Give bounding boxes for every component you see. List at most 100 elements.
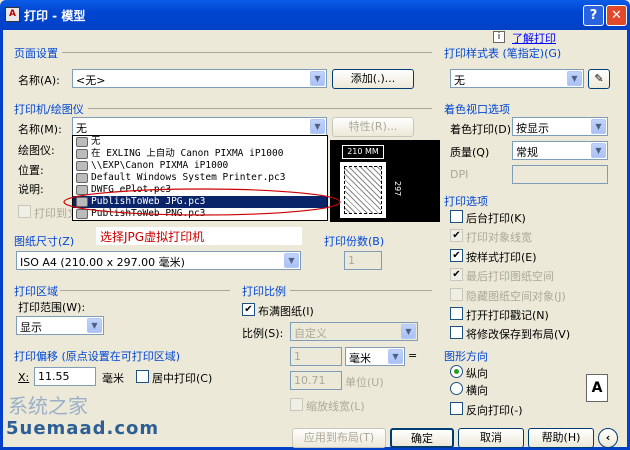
plot-paperspace-last-checkbox[interactable]: ✔ <box>450 268 463 281</box>
option-label-4: 隐藏图纸空间对象(J) <box>466 290 566 303</box>
dpi-input[interactable] <box>512 165 608 184</box>
dropdown-item[interactable]: 无 <box>73 136 327 148</box>
option-label-0: 后台打印(K) <box>466 212 526 225</box>
shaded-viewport-heading: 着色视口选项 <box>444 103 510 116</box>
page-setup-heading: 页面设置 <box>14 47 58 60</box>
offset-x-label: X: <box>18 371 30 384</box>
center-print-checkbox[interactable] <box>136 370 149 383</box>
paper-size-heading: 图纸尺寸(Z) <box>14 235 75 248</box>
plot-style-select[interactable]: 无 ▼ <box>450 69 584 88</box>
collapse-options-button[interactable]: ‹ <box>598 428 618 448</box>
printer-icon <box>76 137 88 147</box>
scale-unit-label: 单位(U) <box>345 376 384 389</box>
plot-scale-heading: 打印比例 <box>242 285 286 298</box>
option-label-5: 打开打印戳记(N) <box>466 309 549 322</box>
scale-lineweight-label: 缩放线宽(L) <box>306 400 365 413</box>
scale-unit-select[interactable]: 毫米 ▼ <box>345 347 405 366</box>
shade-plot-label: 着色打印(D) <box>450 123 512 136</box>
add-page-setup-button[interactable]: 添加(.)... <box>332 69 414 89</box>
annotation-ellipse <box>63 188 341 216</box>
dropdown-item[interactable]: \\EXP\Canon PIXMA iP1000 <box>73 160 327 172</box>
chevron-left-icon: ‹ <box>605 431 611 444</box>
print-to-file-checkbox[interactable] <box>18 205 31 218</box>
dropdown-item[interactable]: Default Windows System Printer.pc3 <box>73 172 327 184</box>
apply-to-layout-button[interactable]: 应用到布局(T) <box>292 428 386 448</box>
print-area-heading: 打印区域 <box>14 285 58 298</box>
help-title-button[interactable]: ? <box>583 5 604 26</box>
plot-style-heading: 打印样式表 (笔指定)(G) <box>444 47 562 60</box>
fit-to-paper-checkbox[interactable]: ✔ <box>242 303 255 316</box>
portrait-radio[interactable] <box>450 365 463 378</box>
edit-plot-style-button[interactable]: ✎ <box>588 69 610 89</box>
ok-button[interactable]: 确定 <box>390 428 454 448</box>
chevron-down-icon: ▼ <box>310 119 325 134</box>
window-title: 打印 - 模型 <box>24 9 86 23</box>
page-setup-name-label: 名称(A): <box>18 74 60 87</box>
offset-x-input[interactable]: 11.55 <box>34 367 96 386</box>
option-label-6: 将修改保存到布局(V) <box>466 328 571 341</box>
chevron-down-icon: ▼ <box>310 71 325 86</box>
close-button[interactable]: ✕ <box>606 5 627 26</box>
hide-paperspace-objects-checkbox[interactable] <box>450 288 463 301</box>
info-icon: i <box>493 31 505 43</box>
plot-stamp-checkbox[interactable] <box>450 307 463 320</box>
watermark-text-2: 5uemaad.com <box>6 418 160 439</box>
plot-with-styles-checkbox[interactable]: ✔ <box>450 249 463 262</box>
chevron-down-icon: ▼ <box>567 71 582 86</box>
center-print-label: 居中打印(C) <box>152 372 213 385</box>
orientation-page-icon: A <box>586 374 608 402</box>
scale-value-1[interactable]: 1 <box>290 347 342 366</box>
learn-print-link[interactable]: 了解打印 <box>512 30 556 46</box>
printer-properties-button[interactable]: 特性(R)... <box>332 117 414 137</box>
save-to-layout-checkbox[interactable] <box>450 326 463 339</box>
title-bar: A 打印 - 模型 ? ✕ <box>0 0 630 30</box>
print-range-select[interactable]: 显示 ▼ <box>16 316 104 335</box>
landscape-label: 横向 <box>466 384 488 397</box>
paper-size-select[interactable]: ISO A4 (210.00 x 297.00 毫米) ▼ <box>16 251 301 270</box>
chevron-down-icon: ▼ <box>87 318 102 333</box>
scale-lineweight-checkbox[interactable] <box>290 398 303 411</box>
annotation-label: 选择JPG虚拟打印机 <box>96 227 302 245</box>
plot-lineweights-checkbox[interactable]: ✔ <box>450 229 463 242</box>
quality-label: 质量(Q) <box>450 146 490 159</box>
quality-select[interactable]: 常规 ▼ <box>512 141 608 160</box>
fit-to-paper-label: 布满图纸(I) <box>258 305 314 318</box>
pen-icon: ✎ <box>594 72 604 85</box>
background-plot-checkbox[interactable] <box>450 210 463 223</box>
chevron-down-icon: ▼ <box>284 253 299 268</box>
scale-value-2[interactable]: 10.71 <box>290 371 342 390</box>
description-label: 说明: <box>18 183 44 196</box>
landscape-radio[interactable] <box>450 382 463 395</box>
portrait-label: 纵向 <box>466 367 488 380</box>
chevron-down-icon: ▼ <box>401 324 416 339</box>
printer-name-label: 名称(M): <box>18 123 62 136</box>
help-button[interactable]: 帮助(H) <box>528 428 594 448</box>
scale-select[interactable]: 自定义 ▼ <box>290 322 418 341</box>
scale-label: 比例(S): <box>242 327 284 340</box>
dropdown-item[interactable]: 在 EXLING 上自动 Canon PIXMA iP1000 <box>73 148 327 160</box>
print-offset-heading: 打印偏移 (原点设置在可打印区域) <box>14 350 181 363</box>
autocad-app-icon: A <box>5 7 20 22</box>
printer-name-select[interactable]: 无 ▼ <box>72 117 327 136</box>
cancel-button[interactable]: 取消 <box>458 428 524 448</box>
copies-heading: 打印份数(B) <box>324 235 385 248</box>
chevron-down-icon: ▼ <box>591 143 606 158</box>
watermark-text-1: 系统之家 <box>8 394 88 418</box>
reverse-print-checkbox[interactable] <box>450 402 463 415</box>
copies-input[interactable]: 1 <box>344 251 382 270</box>
orientation-heading: 图形方向 <box>444 350 488 363</box>
printer-icon <box>76 149 88 159</box>
option-label-1: 打印对象线宽 <box>466 231 532 244</box>
preview-width-label: 210 MM <box>342 145 384 159</box>
option-label-3: 最后打印图纸空间 <box>466 270 554 283</box>
offset-x-unit: 毫米 <box>102 372 124 385</box>
printer-icon <box>76 173 88 183</box>
chevron-down-icon: ▼ <box>591 119 606 134</box>
shade-plot-select[interactable]: 按显示 ▼ <box>512 117 608 136</box>
option-label-2: 按样式打印(E) <box>466 251 537 264</box>
printer-heading: 打印机/绘图仪 <box>14 103 84 116</box>
preview-height-label: 297 <box>393 181 402 197</box>
chevron-down-icon: ▼ <box>388 349 403 364</box>
page-setup-name-select[interactable]: <无> ▼ <box>72 69 327 88</box>
plotter-label: 绘图仪: <box>18 144 55 157</box>
